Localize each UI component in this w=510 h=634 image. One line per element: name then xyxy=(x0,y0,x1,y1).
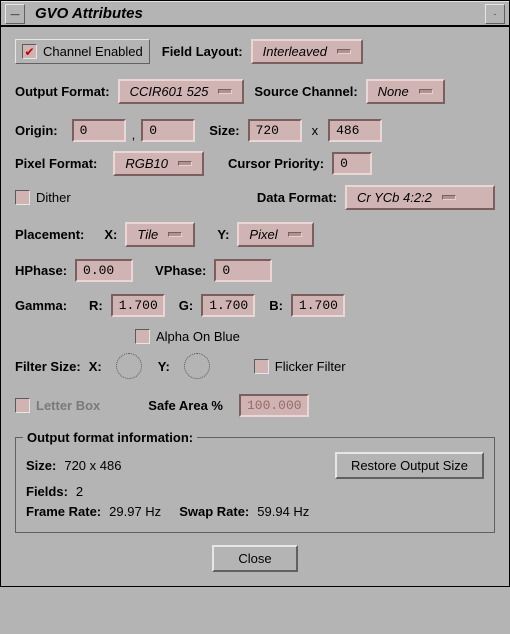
info-frame-value: 29.97 Hz xyxy=(109,504,161,519)
dropdown-icon xyxy=(168,232,182,237)
placement-y-value: Pixel xyxy=(249,227,277,242)
hphase-input[interactable]: 0.00 xyxy=(75,259,133,282)
data-format-dropdown[interactable]: Cr YCb 4:2:2 xyxy=(345,185,495,210)
filter-size-y-label: Y: xyxy=(158,359,178,374)
dropdown-icon xyxy=(218,89,232,94)
vphase-input[interactable]: 0 xyxy=(214,259,272,282)
window-menu-button[interactable]: — xyxy=(5,4,25,24)
restore-output-size-button[interactable]: Restore Output Size xyxy=(335,452,484,479)
field-layout-value: Interleaved xyxy=(263,44,327,59)
data-format-value: Cr YCb 4:2:2 xyxy=(357,190,432,205)
channel-enabled-label: Channel Enabled xyxy=(43,44,143,59)
data-format-label: Data Format: xyxy=(257,190,345,205)
dropdown-icon xyxy=(442,195,456,200)
size-width-input[interactable]: 720 xyxy=(248,119,302,142)
info-size-label: Size: xyxy=(26,458,64,473)
alpha-on-blue-label: Alpha On Blue xyxy=(156,329,240,344)
cursor-priority-input[interactable]: 0 xyxy=(332,152,372,175)
dropdown-icon xyxy=(178,161,192,166)
alpha-on-blue-checkbox[interactable] xyxy=(135,329,150,344)
gamma-r-label: R: xyxy=(89,298,111,313)
size-label: Size: xyxy=(209,123,247,138)
gamma-b-input[interactable]: 1.700 xyxy=(291,294,345,317)
gamma-b-label: B: xyxy=(269,298,291,313)
field-layout-dropdown[interactable]: Interleaved xyxy=(251,39,363,64)
menu-icon: — xyxy=(11,9,20,19)
gamma-g-input[interactable]: 1.700 xyxy=(201,294,255,317)
placement-label: Placement: xyxy=(15,227,92,242)
minimize-button[interactable]: · xyxy=(485,4,505,24)
origin-x-input[interactable]: 0 xyxy=(72,119,126,142)
info-swap-label: Swap Rate: xyxy=(179,504,257,519)
vphase-label: VPhase: xyxy=(155,263,214,278)
info-fields-value: 2 xyxy=(76,484,83,499)
pixel-format-value: RGB10 xyxy=(125,156,168,171)
origin-y-input[interactable]: 0 xyxy=(141,119,195,142)
output-info-legend: Output format information: xyxy=(23,430,197,445)
titlebar: — GVO Attributes · xyxy=(1,1,509,27)
info-frame-label: Frame Rate: xyxy=(26,504,109,519)
gamma-g-label: G: xyxy=(179,298,201,313)
restore-output-size-label: Restore Output Size xyxy=(351,458,468,473)
filter-size-y-dial[interactable] xyxy=(184,353,210,379)
origin-label: Origin: xyxy=(15,123,66,138)
close-button[interactable]: Close xyxy=(212,545,297,572)
gamma-r-input[interactable]: 1.700 xyxy=(111,294,165,317)
source-channel-dropdown[interactable]: None xyxy=(366,79,445,104)
gamma-label: Gamma: xyxy=(15,298,75,313)
output-info-group: Output format information: Size: 720 x 4… xyxy=(15,437,495,533)
dropdown-icon xyxy=(337,49,351,54)
flicker-filter-checkbox[interactable] xyxy=(254,359,269,374)
filter-size-label: Filter Size: xyxy=(15,359,89,374)
pixel-format-label: Pixel Format: xyxy=(15,156,105,171)
filter-size-x-label: X: xyxy=(89,359,110,374)
size-height-input[interactable]: 486 xyxy=(328,119,382,142)
info-size-value: 720 x 486 xyxy=(64,458,121,473)
safe-area-label: Safe Area % xyxy=(148,398,231,413)
hphase-label: HPhase: xyxy=(15,263,75,278)
safe-area-input[interactable]: 100.000 xyxy=(239,394,309,417)
flicker-filter-label: Flicker Filter xyxy=(275,359,346,374)
placement-y-label: Y: xyxy=(217,227,237,242)
window-title: GVO Attributes xyxy=(29,5,481,22)
info-fields-label: Fields: xyxy=(26,484,76,499)
dither-label: Dither xyxy=(36,190,71,205)
output-format-label: Output Format: xyxy=(15,84,118,99)
letter-box-checkbox[interactable] xyxy=(15,398,30,413)
channel-enabled-checkbox[interactable]: Channel Enabled xyxy=(15,39,150,64)
output-format-value: CCIR601 525 xyxy=(130,84,209,99)
info-swap-value: 59.94 Hz xyxy=(257,504,309,519)
size-x-glyph: x xyxy=(302,123,329,138)
placement-x-dropdown[interactable]: Tile xyxy=(125,222,195,247)
filter-size-x-dial[interactable] xyxy=(116,353,142,379)
cursor-priority-label: Cursor Priority: xyxy=(228,156,332,171)
source-channel-label: Source Channel: xyxy=(254,84,365,99)
letter-box-label: Letter Box xyxy=(36,398,100,413)
origin-comma: , xyxy=(126,127,142,142)
field-layout-label: Field Layout: xyxy=(162,44,251,59)
gvo-attributes-window: — GVO Attributes · Channel Enabled Field… xyxy=(0,0,510,587)
dot-icon: · xyxy=(494,9,497,19)
close-button-label: Close xyxy=(238,551,271,566)
output-format-dropdown[interactable]: CCIR601 525 xyxy=(118,79,245,104)
pixel-format-dropdown[interactable]: RGB10 xyxy=(113,151,204,176)
dropdown-icon xyxy=(419,89,433,94)
source-channel-value: None xyxy=(378,84,409,99)
checkbox-icon xyxy=(22,44,37,59)
dropdown-icon xyxy=(288,232,302,237)
dither-checkbox[interactable] xyxy=(15,190,30,205)
placement-y-dropdown[interactable]: Pixel xyxy=(237,222,313,247)
placement-x-value: Tile xyxy=(137,227,158,242)
placement-x-label: X: xyxy=(104,227,125,242)
